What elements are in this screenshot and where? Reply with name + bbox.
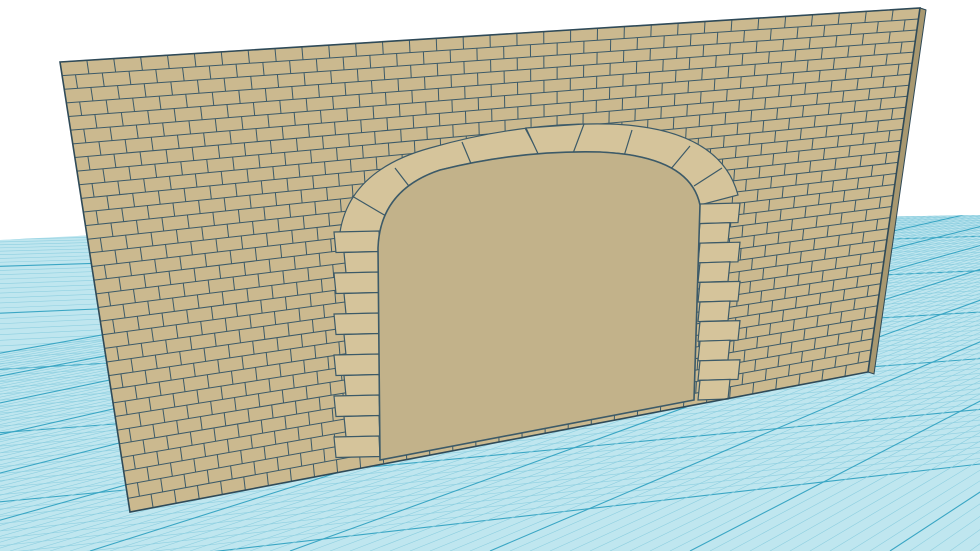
right-quoin-stone	[697, 300, 731, 323]
workplane-scene[interactable]	[0, 0, 980, 551]
mortar-joint-line	[716, 32, 719, 44]
left-quoin-stone	[333, 394, 381, 418]
right-quoin-stone	[697, 241, 741, 264]
3d-viewport[interactable]	[0, 0, 980, 551]
mortar-joint-line	[425, 101, 427, 115]
right-quoin-stone	[697, 202, 741, 225]
right-quoin-stone	[697, 280, 741, 303]
mortar-joint-line	[715, 55, 717, 68]
mortar-joint-line	[712, 102, 714, 114]
right-quoin-stone	[697, 221, 731, 244]
mortar-joint-line	[703, 21, 706, 34]
mortar-joint-line	[398, 103, 401, 117]
left-quoin-stone	[333, 230, 381, 254]
left-quoin-stone	[333, 435, 381, 459]
left-quoin-stone	[333, 271, 381, 295]
mortar-joint-line	[710, 125, 713, 138]
mortar-joint-line	[400, 129, 402, 142]
right-quoin-stone	[697, 319, 741, 342]
mortar-joint-line	[688, 57, 691, 70]
left-quoin-stone	[343, 414, 381, 438]
mortar-joint-line	[396, 53, 398, 67]
mortar-joint-line	[413, 140, 416, 154]
left-quoin-stone	[333, 353, 381, 377]
mortar-joint-line	[695, 381, 697, 394]
mortar-joint-line	[426, 126, 428, 140]
right-quoin-stone	[697, 339, 731, 362]
left-quoin-stone	[333, 312, 381, 336]
mortar-joint-line	[698, 114, 701, 127]
mortar-joint-line	[676, 46, 678, 59]
right-quoin-stone	[697, 378, 731, 401]
mortar-joint-line	[672, 117, 675, 130]
right-quoin-stone	[697, 359, 741, 382]
mortar-joint-line	[689, 34, 692, 46]
mortar-joint-line	[437, 88, 440, 101]
mortar-joint-line	[411, 90, 413, 103]
left-quoin-stone	[343, 373, 381, 397]
mortar-joint-line	[397, 78, 400, 92]
mortar-joint-line	[699, 91, 702, 104]
mortar-joint-line	[673, 93, 676, 106]
mortar-joint-line	[422, 51, 425, 65]
mortar-joint-line	[687, 80, 690, 93]
left-quoin-stone	[343, 332, 381, 356]
mortar-joint-line	[436, 63, 439, 76]
mortar-joint-line	[412, 115, 415, 129]
mortar-joint-line	[410, 65, 412, 78]
left-quoin-stone	[343, 250, 381, 274]
mortar-joint-line	[674, 70, 677, 83]
left-quoin-stone	[343, 291, 381, 315]
mortar-joint-line	[423, 76, 426, 90]
mortar-joint-line	[701, 68, 703, 80]
mortar-joint-line	[677, 23, 679, 35]
mortar-joint-line	[435, 38, 438, 51]
mortar-joint-line	[438, 113, 441, 126]
right-quoin-stone	[697, 261, 731, 284]
mortar-joint-line	[713, 78, 716, 91]
mortar-joint-line	[702, 44, 705, 57]
mortar-joint-line	[408, 40, 411, 53]
mortar-joint-line	[686, 104, 688, 117]
